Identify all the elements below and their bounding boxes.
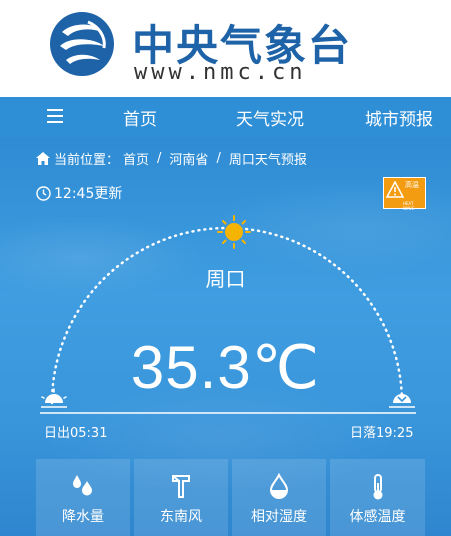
wind-icon (172, 475, 190, 498)
nav-item-city-forecast[interactable]: 城市预报 (365, 105, 433, 130)
card-label: 降水量 (62, 509, 104, 525)
site-header: 中央气象台 www.nmc.cn (0, 0, 451, 97)
current-temperature: 35.3℃ (130, 334, 321, 401)
nav-item-home[interactable]: 首页 (123, 105, 157, 130)
weather-panel: 当前位置： 首页 / 河南省 / 周口天气预报 12:45更新 高温 HEAT … (0, 137, 451, 536)
sun-icon (217, 215, 251, 249)
site-url[interactable]: www.nmc.cn (134, 60, 306, 85)
sunrise-time: 日出05:31 (44, 426, 108, 441)
raindrop-icon (73, 475, 92, 496)
card-label: 相对湿度 (251, 509, 307, 525)
card-feels-like[interactable]: 体感温度 (330, 459, 425, 536)
card-label: 体感温度 (349, 509, 406, 525)
card-wind[interactable]: 东南风 (134, 459, 228, 536)
top-navigation: 首页 天气实况 城市预报 (0, 97, 451, 137)
humidity-icon (269, 473, 289, 499)
nav-item-live-weather[interactable]: 天气实况 (236, 105, 304, 130)
nmc-logo-icon[interactable] (48, 10, 116, 78)
weather-detail-cards: 降水量 东南风 相对湿度 体感温度 (36, 459, 425, 536)
card-precipitation[interactable]: 降水量 (36, 459, 130, 536)
thermometer-icon (373, 474, 382, 500)
hamburger-icon[interactable] (47, 109, 63, 123)
sunset-time: 日落19:25 (350, 426, 414, 441)
card-humidity[interactable]: 相对湿度 (232, 459, 326, 536)
city-name: 周口 (205, 267, 246, 291)
card-label: 东南风 (160, 509, 202, 525)
